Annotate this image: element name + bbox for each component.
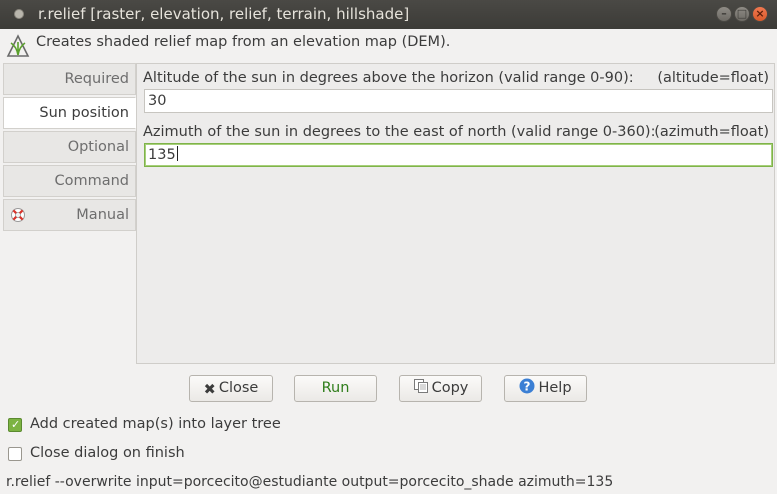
window-title: r.relief [raster, elevation, relief, ter…	[38, 5, 410, 23]
tab-label: Optional	[67, 139, 129, 155]
window-titlebar[interactable]: r.relief [raster, elevation, relief, ter…	[0, 0, 777, 29]
tab-sun-position[interactable]: Sun position	[3, 97, 136, 129]
copy-icon	[413, 379, 428, 393]
app-menu-icon[interactable]	[14, 9, 24, 19]
add-to-layer-tree-label: Add created map(s) into layer tree	[30, 416, 281, 432]
copy-button-label: Copy	[431, 380, 469, 396]
tab-label: Manual	[76, 207, 129, 223]
azimuth-input-value: 135	[148, 147, 176, 163]
run-button-label: Run	[321, 380, 350, 396]
azimuth-type-hint: (azimuth=float)	[654, 124, 769, 140]
command-preview: r.relief --overwrite input=porcecito@est…	[6, 474, 614, 490]
tab-required[interactable]: Required	[3, 63, 136, 95]
help-button-label: Help	[538, 380, 572, 396]
close-icon: ✖	[203, 382, 216, 398]
azimuth-label: Azimuth of the sun in degrees to the eas…	[143, 124, 656, 140]
svg-text:?: ?	[524, 380, 531, 394]
help-icon: ?	[519, 378, 535, 394]
module-description-row: Creates shaded relief map from an elevat…	[0, 29, 777, 61]
add-to-layer-tree-checkbox[interactable]: ✓	[8, 418, 22, 432]
grass-logo-icon	[6, 34, 30, 57]
minimize-button[interactable]: –	[716, 6, 732, 22]
lifebuoy-icon	[11, 208, 25, 222]
altitude-type-hint: (altitude=float)	[657, 70, 769, 86]
text-caret	[176, 146, 178, 161]
checkmark-icon: ✓	[11, 418, 21, 431]
tab-optional[interactable]: Optional	[3, 131, 136, 163]
run-button[interactable]: Run	[294, 375, 377, 402]
tab-manual[interactable]: Manual	[3, 199, 136, 231]
copy-button[interactable]: Copy	[399, 375, 482, 402]
close-button-label: Close	[218, 380, 259, 396]
tab-command-output[interactable]: Command output	[3, 165, 136, 219]
help-button[interactable]: ? Help	[504, 375, 587, 402]
azimuth-input[interactable]: 135	[144, 143, 773, 167]
tab-label: Sun position	[39, 105, 129, 121]
altitude-input[interactable]: 30	[144, 89, 773, 113]
close-on-finish-label: Close dialog on finish	[30, 445, 185, 461]
close-on-finish-checkbox[interactable]	[8, 447, 22, 461]
maximize-button[interactable]: □	[734, 6, 750, 22]
close-button[interactable]: ✖ Close	[189, 375, 273, 402]
altitude-label: Altitude of the sun in degrees above the…	[143, 70, 634, 86]
window-close-button[interactable]: ×	[752, 6, 768, 22]
tab-label: Required	[64, 71, 129, 87]
module-description: Creates shaded relief map from an elevat…	[36, 34, 451, 50]
